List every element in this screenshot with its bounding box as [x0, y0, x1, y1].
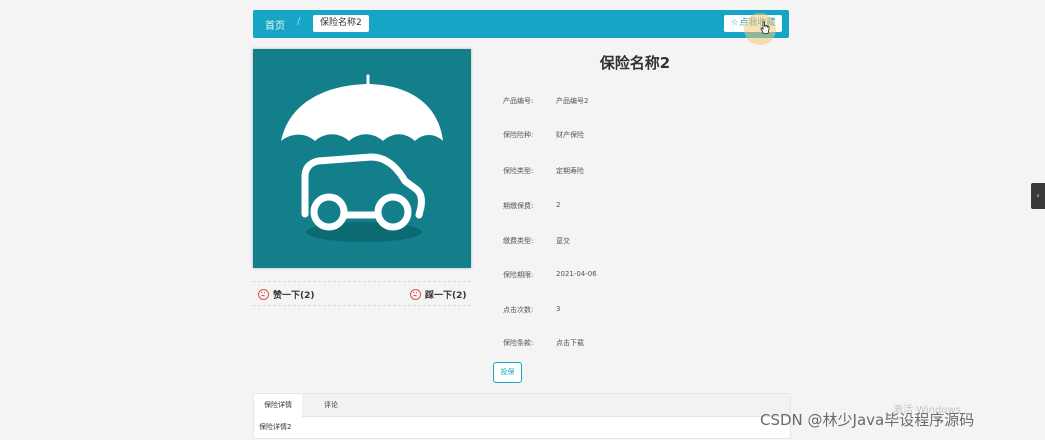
star-icon: ☆ [730, 18, 739, 28]
field-label-payment-type: 缴费类型: [503, 237, 534, 245]
field-value-insurance-kind: 财产保险 [556, 131, 584, 139]
tab-bar: 保险详情 评论 [254, 394, 790, 417]
hand-cursor-icon [760, 21, 770, 34]
details-tabs-panel: 保险详情 评论 保险详情2 [253, 393, 791, 439]
field-label-premium: 期缴保费: [503, 202, 534, 210]
like-label: 赞一下(2) [273, 291, 315, 301]
tab-content: 保险详情2 [259, 423, 292, 431]
dislike-label: 踩一下(2) [425, 291, 467, 301]
field-label-product-code: 产品编号: [503, 97, 534, 105]
field-value-premium: 2 [556, 201, 561, 209]
breadcrumb-separator: / [297, 16, 301, 27]
field-label-insurance-type: 保险类型: [503, 167, 534, 175]
product-image [253, 49, 471, 268]
chevron-left-icon: ‹ [1036, 191, 1040, 200]
breadcrumb-current: 保险名称2 [313, 15, 369, 32]
field-value-payment-type: 趸交 [556, 237, 570, 245]
tab-insurance-details[interactable]: 保险详情 [254, 394, 302, 417]
like-button[interactable]: 赞一下(2) [258, 288, 315, 301]
top-bar: 首页 / 保险名称2 ☆点我收藏 [253, 10, 789, 38]
tab-comments[interactable]: 评论 [314, 394, 348, 416]
product-title: 保险名称2 [599, 54, 671, 72]
apply-button[interactable]: 投保 [493, 362, 522, 383]
dislike-button[interactable]: 踩一下(2) [410, 288, 467, 301]
field-label-insurance-kind: 保险险种: [503, 131, 534, 139]
umbrella-car-icon [281, 74, 443, 242]
side-panel-toggle[interactable]: ‹ [1031, 183, 1045, 209]
field-value-click-count: 3 [556, 305, 561, 313]
field-value-insurance-type: 定期寿险 [556, 167, 584, 175]
field-value-product-code: 产品编号2 [556, 97, 589, 105]
smiley-icon [258, 289, 269, 300]
field-value-term: 2021-04-06 [556, 270, 597, 278]
field-label-term: 保险期限: [503, 271, 534, 279]
field-label-click-count: 点击次数: [503, 306, 534, 314]
vote-bar: 赞一下(2) 踩一下(2) [253, 281, 471, 306]
smiley-icon [410, 289, 421, 300]
breadcrumb-home-link[interactable]: 首页 [265, 17, 285, 32]
csdn-watermark: CSDN @林少Java毕设程序源码 [760, 411, 975, 429]
download-terms-link[interactable]: 点击下载 [556, 338, 584, 348]
field-label-terms: 保险条款: [503, 339, 534, 347]
